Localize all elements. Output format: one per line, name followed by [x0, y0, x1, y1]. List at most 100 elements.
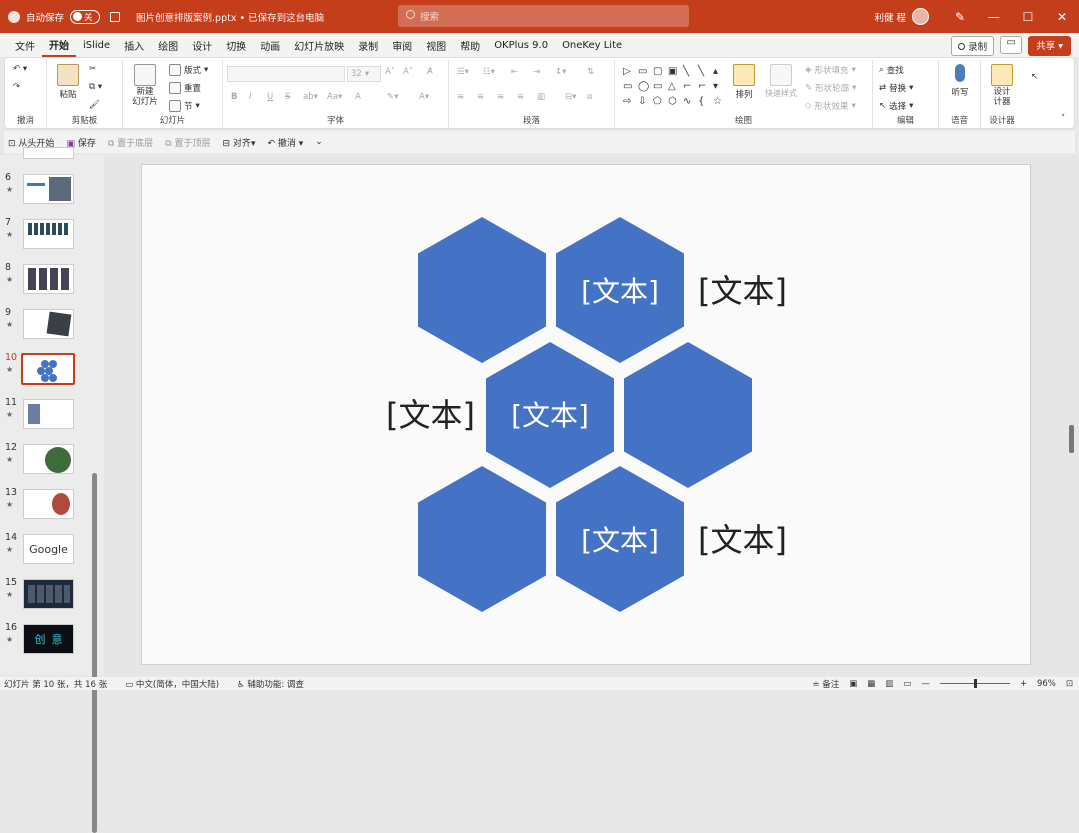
shape-icon[interactable]: ⌐ — [683, 81, 697, 95]
strikethrough-icon[interactable]: S — [285, 92, 290, 102]
smartart-icon[interactable]: ⧈ — [587, 92, 592, 102]
comments-button[interactable]: ▭ — [1000, 36, 1023, 54]
slide-thumbnail[interactable] — [23, 147, 74, 159]
shape-icon[interactable]: ▭ — [623, 81, 637, 95]
pen-icon[interactable]: ✎ — [943, 10, 977, 24]
tab-review[interactable]: 审阅 — [385, 33, 419, 57]
cut-icon[interactable]: ✂ — [89, 64, 96, 74]
font-color-icon[interactable]: A▾ — [419, 92, 429, 102]
quick-styles-button[interactable]: 快速样式 — [763, 64, 799, 99]
shape-icon[interactable]: ⌐ — [698, 81, 712, 95]
language-status[interactable]: ▭ 中文(简体，中国大陆) — [125, 678, 219, 690]
shape-icon[interactable]: ╲ — [698, 66, 712, 80]
clear-format-icon[interactable]: A̸ — [427, 67, 433, 77]
columns-icon[interactable]: ▥ — [537, 92, 545, 102]
collapse-ribbon-icon[interactable]: ˅ — [1061, 114, 1065, 124]
hex-label-top[interactable]: [文本] — [581, 275, 659, 308]
avatar[interactable] — [912, 8, 929, 25]
align-center-icon[interactable]: ≡ — [477, 92, 484, 102]
slide-thumbnail[interactable] — [23, 264, 74, 294]
tab-home[interactable]: 开始 — [42, 33, 76, 57]
search-box[interactable]: 搜索 — [398, 5, 689, 27]
side-label-bottom-right[interactable]: [文本] — [698, 521, 787, 559]
slide-thumbnail[interactable] — [23, 444, 74, 474]
accessibility-status[interactable]: ♿ 辅助功能: 调查 — [237, 678, 304, 690]
bullets-icon[interactable]: ☰▾ — [457, 67, 469, 77]
decrease-indent-icon[interactable]: ⇤ — [511, 67, 518, 77]
section-button[interactable]: 节 ▾ — [169, 100, 200, 112]
shape-icon[interactable]: ▭ — [638, 66, 652, 80]
document-title[interactable]: 图片创意排版案例.pptx • 已保存到这台电脑 — [136, 10, 324, 24]
tab-transitions[interactable]: 切换 — [219, 33, 253, 57]
slide-thumbnail[interactable]: Google — [23, 534, 74, 564]
tab-view[interactable]: 视图 — [419, 33, 453, 57]
shape-icon[interactable]: ⬡ — [668, 96, 682, 110]
font-size-select[interactable]: 32 ▾ — [347, 66, 381, 82]
hexagon-shape[interactable] — [624, 342, 752, 488]
paste-button[interactable]: 粘贴 — [55, 64, 81, 100]
shape-icon[interactable]: ∿ — [683, 96, 697, 110]
tab-design[interactable]: 设计 — [185, 33, 219, 57]
record-button[interactable]: 录制 — [951, 36, 995, 56]
shape-fill-button[interactable]: ◈ 形状填充 ▾ — [805, 64, 856, 76]
find-button[interactable]: ⌕ 查找 — [879, 64, 904, 76]
notes-button[interactable]: ≐ 备注 — [812, 678, 839, 690]
shape-icon[interactable]: ▴ — [713, 66, 727, 80]
minimize-button[interactable]: — — [977, 10, 1011, 24]
arrange-button[interactable]: 排列 — [729, 64, 759, 100]
slide-thumbnail[interactable] — [23, 174, 74, 204]
slide-thumbnail[interactable] — [23, 489, 74, 519]
slide-thumbnail[interactable]: 创意 — [23, 624, 74, 654]
slide-thumbnail[interactable] — [23, 309, 74, 339]
hex-label-bottom[interactable]: [文本] — [581, 524, 659, 557]
shape-icon[interactable]: △ — [668, 81, 682, 95]
shape-icon[interactable]: ╲ — [683, 66, 697, 80]
fit-slide-icon[interactable]: ⊡ — [1066, 679, 1073, 689]
replace-button[interactable]: ⇄ 替换 ▾ — [879, 82, 913, 94]
shape-icon[interactable]: ▾ — [713, 81, 727, 95]
slide-thumbnail-active[interactable] — [21, 353, 75, 385]
shape-icon[interactable]: ▷ — [623, 66, 637, 80]
slide-thumbnail[interactable] — [23, 399, 74, 429]
zoom-level[interactable]: 96% — [1037, 679, 1056, 689]
tab-file[interactable]: 文件 — [8, 33, 42, 57]
shape-icon[interactable]: ▢ — [653, 66, 667, 80]
normal-view-icon[interactable]: ▣ — [849, 679, 857, 689]
text-shadow-icon[interactable]: A — [355, 92, 361, 102]
qat-undo-button[interactable]: ↶ 撤消 ▾ — [267, 136, 303, 149]
layout-button[interactable]: 版式 ▾ — [169, 64, 208, 76]
tab-record[interactable]: 录制 — [351, 33, 385, 57]
zoom-in-icon[interactable]: + — [1020, 679, 1027, 689]
shapes-gallery[interactable]: ▷ ▭ ▢ ▣ ╲ ╲ ▴ ▭ ◯ ▭ △ ⌐ ⌐ ▾ ⇨ ⇩ ⬠ ⬡ ∿{☆ — [623, 66, 722, 110]
tab-islide[interactable]: iSlide — [76, 33, 117, 57]
align-text-icon[interactable]: ⊟▾ — [565, 92, 576, 102]
shape-icon[interactable]: ⇩ — [638, 96, 652, 110]
shape-icon[interactable]: { — [698, 96, 712, 110]
dictate-button[interactable]: 听写 — [945, 64, 975, 98]
select-button[interactable]: ↖ 选择 ▾ — [879, 100, 913, 112]
redo-icon[interactable]: ↷ — [13, 82, 20, 92]
undo-icon[interactable]: ↶ ▾ — [13, 64, 27, 74]
increase-indent-icon[interactable]: ⇥ — [533, 67, 540, 77]
slide-canvas[interactable]: [文本] [文本] [文本] [文本] [文本] [文本] — [141, 164, 1031, 665]
tab-insert[interactable]: 插入 — [117, 33, 151, 57]
shape-outline-button[interactable]: ✎ 形状轮廓 ▾ — [805, 82, 856, 94]
autosave-toggle[interactable]: 关 — [70, 9, 101, 24]
editor-scrollbar[interactable] — [1069, 425, 1074, 453]
align-right-icon[interactable]: ≡ — [497, 92, 504, 102]
shape-effects-button[interactable]: ◇ 形状效果 ▾ — [805, 100, 856, 112]
grow-font-icon[interactable]: A˄ — [385, 67, 395, 77]
highlight-icon[interactable]: ✎▾ — [387, 92, 398, 102]
hexagon-shape[interactable] — [418, 217, 546, 363]
side-label-middle-left[interactable]: [文本] — [386, 396, 475, 434]
tab-okplus[interactable]: OKPlus 9.0 — [487, 33, 555, 57]
align-button[interactable]: ⊟ 对齐▾ — [223, 136, 256, 149]
slideshow-view-icon[interactable]: ▭ — [903, 679, 911, 689]
copy-icon[interactable]: ⧉ ▾ — [89, 82, 102, 92]
tab-onekey[interactable]: OneKey Lite — [555, 33, 629, 57]
zoom-thumb[interactable] — [973, 679, 977, 688]
tab-slideshow[interactable]: 幻灯片放映 — [287, 33, 351, 57]
reading-view-icon[interactable]: ▥ — [885, 679, 893, 689]
format-painter-icon[interactable]: 🖌 — [89, 100, 100, 110]
thumbnail-scrollbar[interactable] — [92, 473, 97, 833]
